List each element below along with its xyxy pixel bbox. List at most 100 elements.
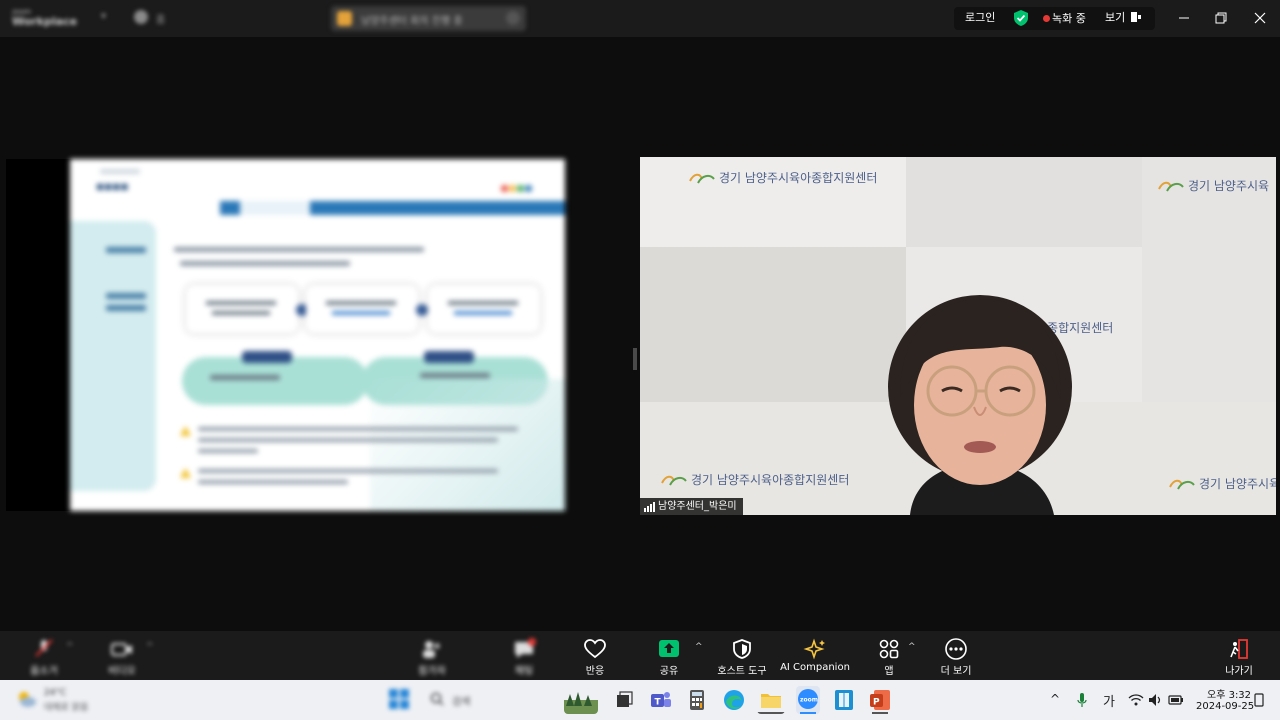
nature-photo-app-icon[interactable]: [564, 686, 598, 714]
center-logo-icon: [1169, 479, 1195, 490]
svg-text:P: P: [873, 698, 880, 708]
security-shield-icon[interactable]: [1013, 9, 1029, 27]
clock-time[interactable]: 오후 3:32: [1207, 686, 1251, 701]
ai-companion-button[interactable]: AI Companion: [780, 631, 850, 680]
backdrop-panel: [640, 247, 906, 402]
reactions-button[interactable]: 반응: [578, 631, 612, 680]
slide-card: [306, 285, 418, 333]
share-options-chevron-icon[interactable]: ^: [695, 642, 703, 652]
notification-icon[interactable]: [1254, 693, 1264, 707]
taskbar-search[interactable]: 검색: [452, 693, 470, 708]
toolbar-blurred-region: 음소거 ^ 비디오 ^ 참가자 채팅: [0, 631, 565, 680]
recording-dot-icon: [1043, 15, 1050, 22]
leave-button[interactable]: 나가기: [1220, 631, 1258, 680]
share-button[interactable]: 공유: [652, 631, 686, 680]
shared-slide: ▪▪▪▪: [70, 159, 565, 511]
slide-text-line: [210, 375, 280, 380]
slide-tag: [242, 351, 292, 363]
video-label: 비디오: [108, 666, 136, 677]
backdrop-panel: [906, 157, 1142, 247]
slide-connector-dot: [416, 304, 428, 316]
slide-text-line: [198, 480, 348, 484]
chat-button[interactable]: 채팅: [506, 631, 542, 680]
video-button[interactable]: 비디오: [104, 631, 140, 680]
mute-label: 음소거: [30, 666, 58, 677]
close-window-icon[interactable]: [1249, 8, 1271, 28]
slide-tag: [424, 351, 474, 363]
battery-icon[interactable]: [1168, 693, 1184, 707]
meeting-pill[interactable]: 남양주센터 회의 진행 중: [331, 6, 526, 31]
view-button[interactable]: 보기: [1105, 9, 1125, 25]
participants-label: 참가자: [418, 666, 446, 677]
slide-text-line: [198, 427, 518, 431]
center-banner: 경기 남양주시육: [1168, 475, 1276, 492]
host-tools-label: 호스트 도구: [717, 666, 767, 677]
home-icon[interactable]: [134, 10, 148, 24]
powerpoint-icon[interactable]: P: [866, 686, 894, 714]
login-button[interactable]: 로그인: [965, 9, 995, 25]
microphone-icon[interactable]: [1076, 692, 1088, 708]
host-tools-button[interactable]: 호스트 도구: [712, 631, 772, 680]
clock-date[interactable]: 2024-09-25: [1196, 701, 1254, 712]
edge-browser-icon[interactable]: [720, 686, 748, 714]
chevron-up-icon[interactable]: ^: [66, 642, 74, 652]
windows-start-icon[interactable]: [389, 689, 409, 709]
slide-header-small: [100, 169, 140, 174]
warning-icon: [180, 426, 191, 436]
participants-button[interactable]: 참가자: [414, 631, 450, 680]
apps-label: 앱: [884, 666, 894, 677]
center-banner: 경기 남양주시육아종합지원센터: [660, 471, 849, 488]
workplace-logo-name: Workplace: [12, 15, 78, 28]
volume-icon[interactable]: [1148, 693, 1162, 707]
center-banner: 경기 남양주시육: [1157, 177, 1269, 194]
center-logo-icon: [661, 475, 687, 486]
slide-text-line: [198, 469, 498, 473]
close-icon[interactable]: [506, 11, 520, 25]
chevron-down-icon[interactable]: ▾: [101, 11, 106, 22]
heart-icon: [584, 639, 606, 659]
shared-screen: ▪▪▪▪: [6, 159, 565, 511]
weather-icon[interactable]: [14, 689, 38, 709]
reactions-label: 반응: [585, 666, 605, 677]
meeting-pill-text: 남양주센터 회의 진행 중: [361, 16, 463, 27]
wifi-icon[interactable]: [1128, 693, 1144, 707]
center-banner-text: 경기 남양주시육: [1199, 477, 1276, 491]
calculator-icon[interactable]: [683, 686, 711, 714]
weather-temperature[interactable]: 24°C: [44, 688, 66, 698]
split-view-divider-handle[interactable]: [632, 348, 638, 370]
slide-text-line: [174, 247, 424, 252]
restore-icon[interactable]: [1210, 8, 1232, 28]
teams-icon[interactable]: T: [646, 686, 674, 714]
zoom-app-icon[interactable]: zoom: [794, 686, 822, 714]
weather-description[interactable]: 대체로 맑음: [44, 700, 88, 713]
apps-options-chevron-icon[interactable]: ^: [908, 642, 916, 652]
apps-icon: [879, 639, 899, 659]
ime-language-indicator[interactable]: 가: [1103, 691, 1115, 710]
slide-pill: [182, 357, 368, 405]
share-label: 공유: [659, 666, 679, 677]
participant-person: [888, 295, 1072, 515]
more-options-icon: [945, 638, 967, 660]
svg-text:zoom: zoom: [800, 697, 818, 704]
participant-video[interactable]: 경기 남양주시육아종합지원센터 경기 남양주시육 아종합지원센터 경기 남양주시…: [640, 157, 1276, 515]
minimize-icon[interactable]: [1173, 8, 1195, 28]
tray-overflow-chevron-icon[interactable]: ^: [1050, 692, 1060, 706]
chevron-up-icon[interactable]: ^: [146, 642, 154, 652]
view-layout-icon[interactable]: [1131, 12, 1141, 22]
notepad-app-icon[interactable]: [830, 686, 858, 714]
title-bar: zoom Workplace ▾ 홈 남양주센터 회의 진행 중 로그인 녹화 …: [0, 0, 1280, 37]
title-bar-blurred-region: zoom Workplace ▾ 홈 남양주센터 회의 진행 중: [0, 0, 565, 37]
home-label[interactable]: 홈: [156, 11, 165, 26]
slide-title: ▪▪▪▪: [96, 179, 129, 193]
slide-sidebar: [70, 221, 156, 491]
mute-button[interactable]: 음소거: [26, 631, 62, 680]
signal-strength-icon: [644, 502, 655, 512]
task-view-icon[interactable]: [610, 686, 638, 714]
more-button[interactable]: 더 보기: [936, 631, 976, 680]
apps-button[interactable]: 앱: [872, 631, 906, 680]
recording-status[interactable]: 녹화 중: [1052, 10, 1086, 26]
file-explorer-icon[interactable]: [757, 686, 785, 714]
slide-text-line: [420, 373, 490, 378]
search-icon[interactable]: [430, 692, 444, 706]
center-banner-text: 경기 남양주시육: [1188, 179, 1270, 193]
